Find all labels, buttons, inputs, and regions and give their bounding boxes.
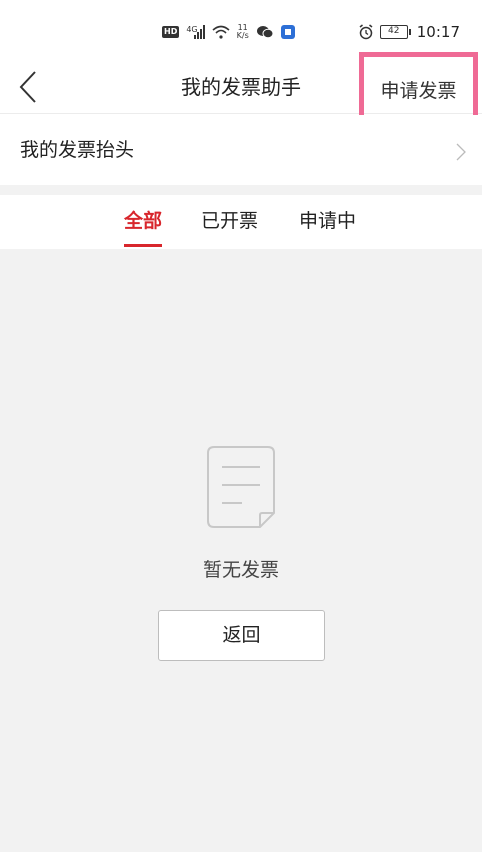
tab-all-label: 全部 bbox=[124, 210, 163, 232]
document-icon bbox=[207, 446, 275, 528]
back-button[interactable] bbox=[10, 67, 46, 107]
invoice-list-area: 暂无发票 返回 bbox=[0, 249, 482, 852]
battery-icon: 42 bbox=[379, 25, 411, 39]
tab-applying[interactable]: 申请中 bbox=[299, 195, 356, 249]
wifi-icon bbox=[212, 25, 230, 39]
app-notification-icon bbox=[280, 25, 295, 39]
tab-all[interactable]: 全部 bbox=[124, 195, 163, 249]
speed-unit: K/s bbox=[236, 31, 249, 40]
chevron-right-icon bbox=[456, 143, 466, 161]
empty-state-message: 暂无发票 bbox=[202, 559, 279, 581]
section-divider bbox=[0, 185, 482, 195]
invoice-title-row[interactable]: 我的发票抬头 bbox=[0, 115, 482, 185]
status-bar: HD 4G 11 K/s 42 10:17 bbox=[0, 0, 482, 60]
cell-signal: 4G bbox=[186, 25, 205, 39]
network-speed: 11 K/s bbox=[237, 24, 249, 40]
clock: 10:17 bbox=[416, 23, 460, 41]
tab-bar: 全部 已开票 申请中 bbox=[0, 195, 482, 249]
tab-issued-label: 已开票 bbox=[201, 210, 259, 232]
chevron-left-icon bbox=[19, 71, 36, 103]
tab-applying-label: 申请中 bbox=[299, 210, 357, 232]
network-type: 4G bbox=[186, 25, 198, 34]
tab-issued[interactable]: 已开票 bbox=[201, 195, 258, 249]
status-right: 42 10:17 bbox=[358, 22, 460, 42]
return-button[interactable]: 返回 bbox=[158, 610, 325, 661]
active-tab-indicator bbox=[124, 244, 163, 247]
invoice-title-label: 我的发票抬头 bbox=[20, 139, 135, 161]
apply-invoice-label: 申请发票 bbox=[380, 79, 457, 102]
hd-badge: HD bbox=[162, 26, 180, 38]
battery-level: 42 bbox=[379, 25, 408, 39]
alarm-icon bbox=[358, 24, 374, 40]
status-icons: HD 4G 11 K/s bbox=[162, 22, 295, 42]
wechat-icon bbox=[256, 25, 274, 39]
